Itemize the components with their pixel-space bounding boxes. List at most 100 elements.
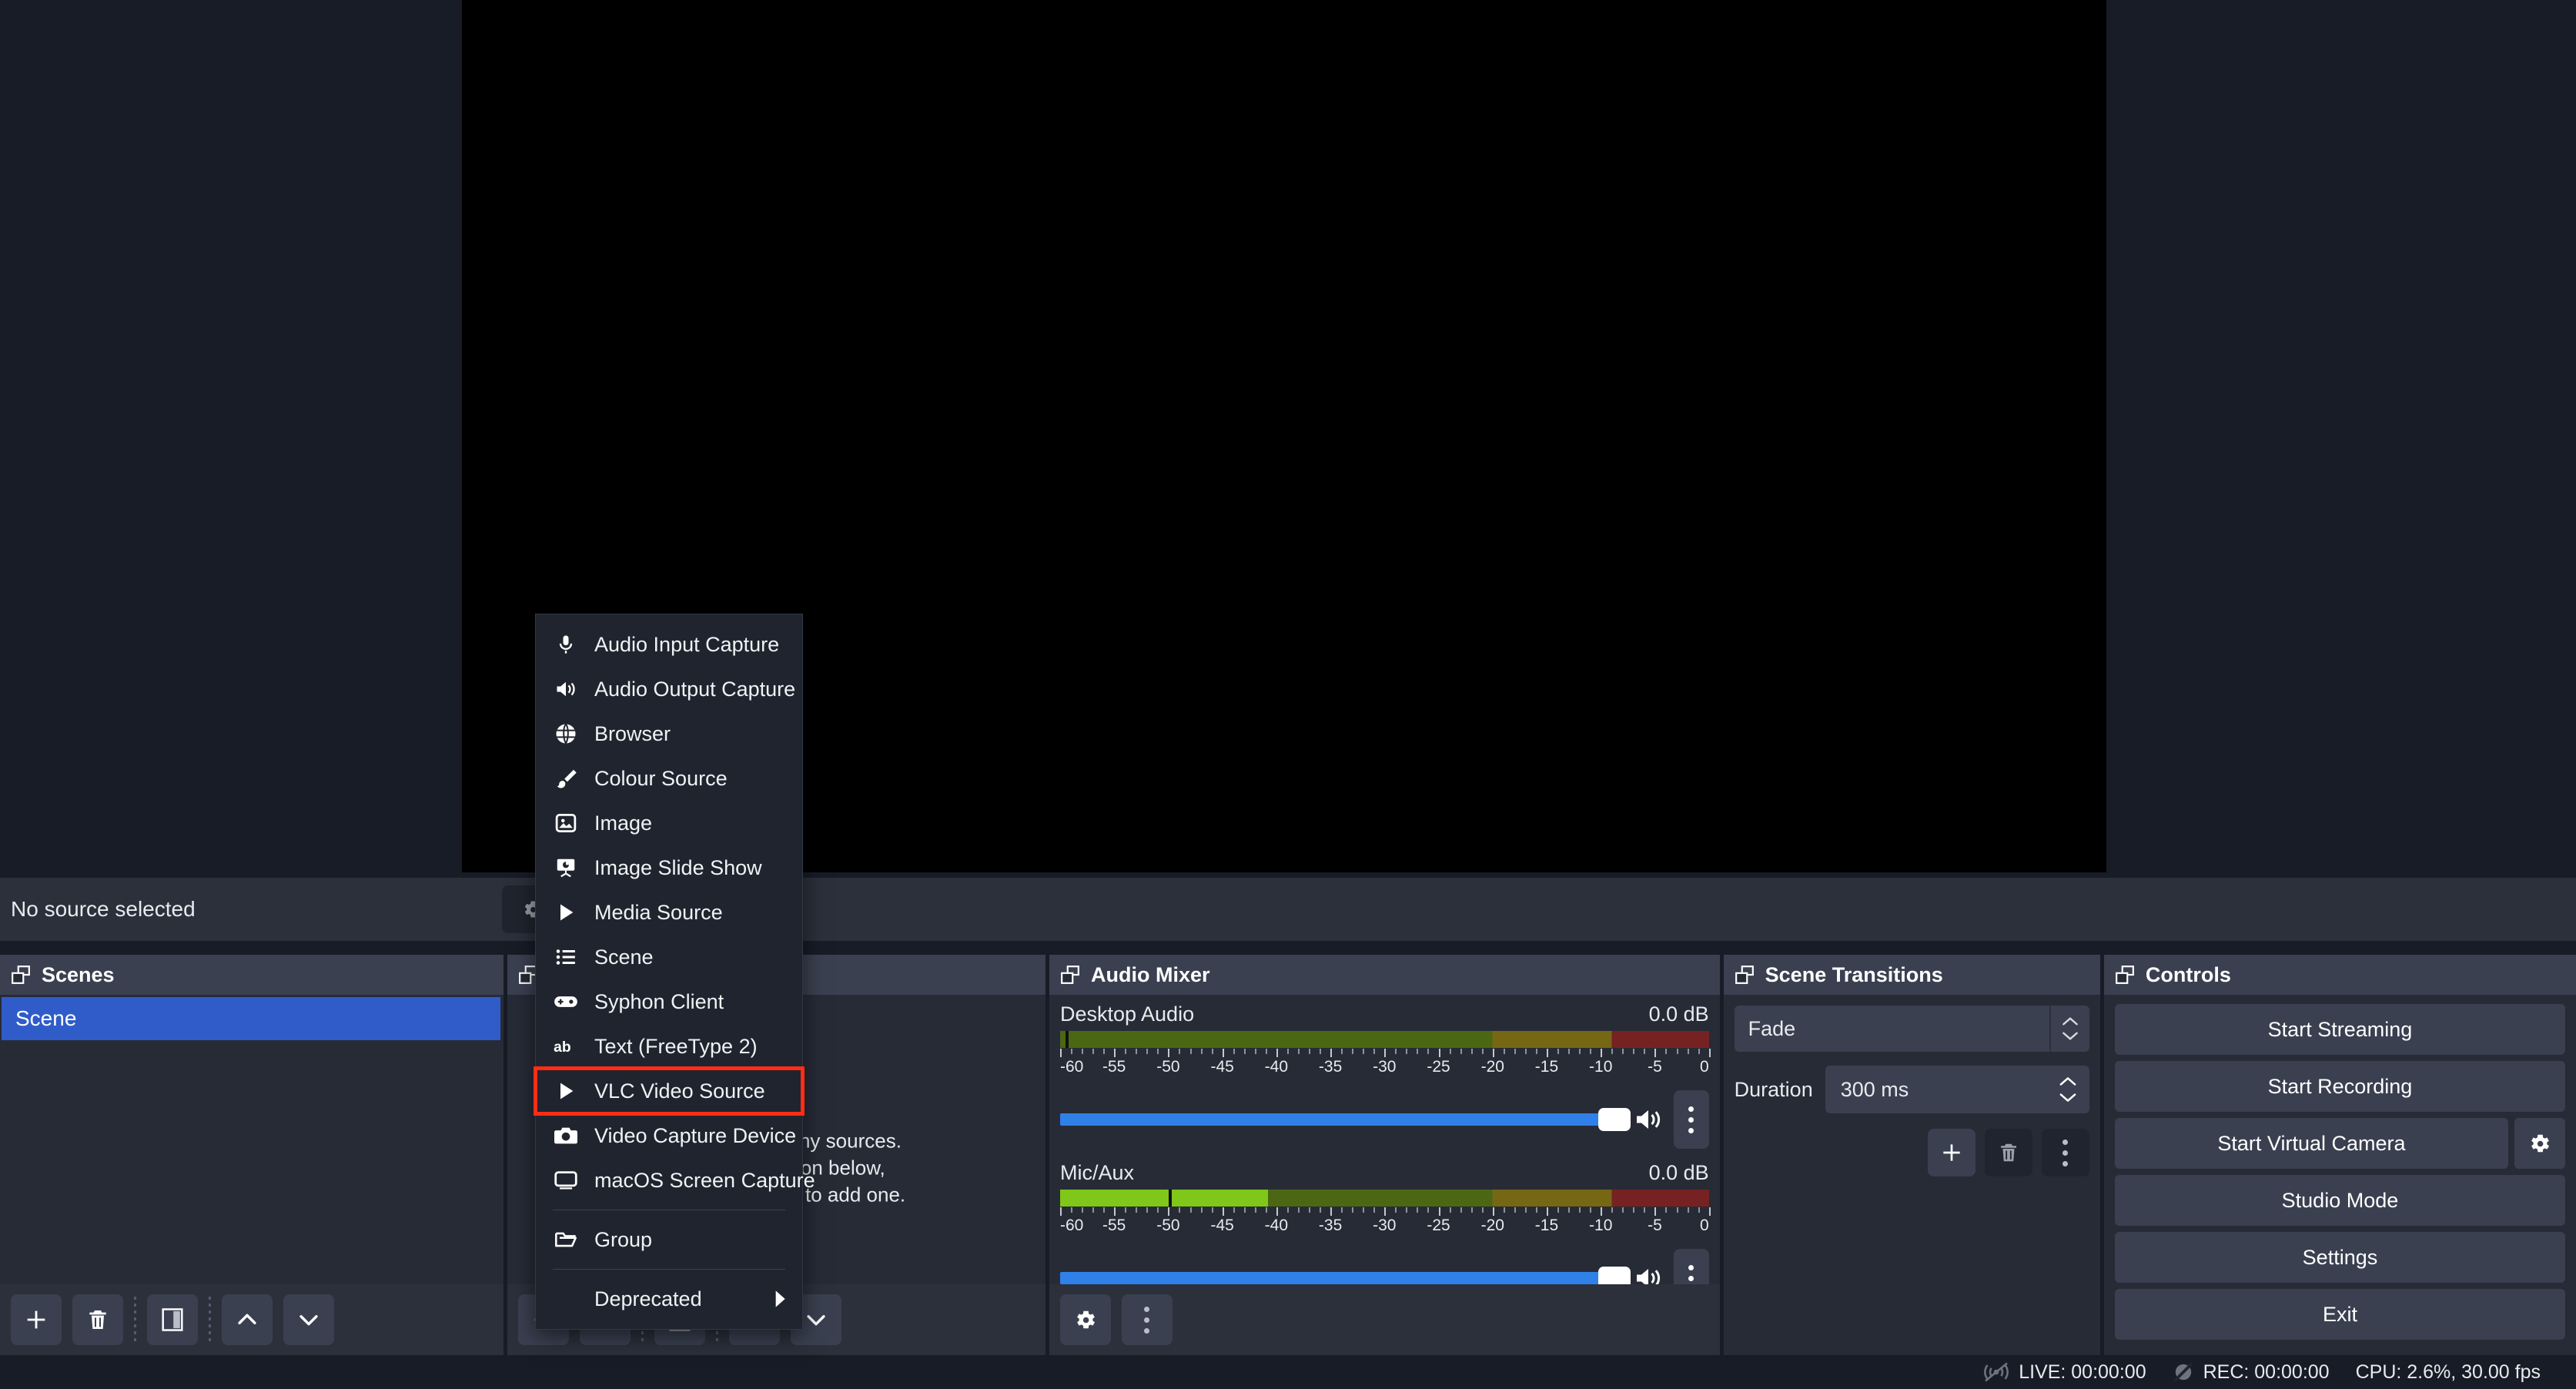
context-menu-item-text-freetype-2[interactable]: ab Text (FreeType 2): [536, 1024, 802, 1069]
context-menu-item-colour-source[interactable]: Colour Source: [536, 756, 802, 801]
meter-level: [1059, 1190, 1268, 1207]
list-icon: [553, 946, 579, 969]
meter-ticks: [1059, 1049, 1711, 1058]
mixer-scale-label: -45: [1210, 1217, 1234, 1234]
slideshow-icon: [553, 856, 579, 879]
studio-mode-button[interactable]: Studio Mode: [2114, 1175, 2565, 1226]
spinner-arrows-icon[interactable]: [2057, 1076, 2079, 1103]
mixer-scale-label: -25: [1427, 1217, 1450, 1234]
context-menu-item-audio-output-capture[interactable]: Audio Output Capture: [536, 667, 802, 711]
status-bar: LIVE: 00:00:00 REC: 00:00:00 CPU: 2.6%, …: [0, 1355, 2576, 1389]
mixer-channel-db: 0.0 dB: [1648, 1161, 1709, 1184]
dock-row: Scenes Scene any sources. below, to add …: [0, 955, 2576, 1355]
source-toolbar: No source selected Properties F: [0, 878, 2576, 941]
context-menu-item-syphon-client[interactable]: Syphon Client: [536, 979, 802, 1024]
mixer-volume-meter: [1059, 1031, 1709, 1048]
mixer-scale-label: -5: [1648, 1058, 1662, 1076]
controls-dock: Controls Start Streaming Start Recording S…: [2103, 955, 2576, 1355]
mixer-channel-menu-button[interactable]: [1673, 1090, 1709, 1149]
context-menu-item-label: Scene: [594, 945, 654, 969]
context-menu-item-vlc-video-source[interactable]: VLC Video Source: [534, 1066, 805, 1116]
mixer-scale-label: -55: [1102, 1217, 1126, 1234]
live-status: LIVE: 00:00:00: [1983, 1361, 2146, 1384]
add-transition-button[interactable]: [1927, 1129, 1975, 1176]
image-icon: [553, 812, 579, 835]
mixer-scale-label: -60: [1059, 1058, 1084, 1076]
exit-button[interactable]: Exit: [2114, 1289, 2565, 1340]
move-scene-up-button[interactable]: [222, 1294, 273, 1345]
settings-button[interactable]: Settings: [2114, 1232, 2565, 1283]
chevron-updown-icon[interactable]: [2049, 1006, 2089, 1052]
context-menu-item-audio-input-capture[interactable]: Audio Input Capture: [536, 622, 802, 667]
audio-mixer-menu-button[interactable]: [1121, 1294, 1173, 1345]
play-icon: [553, 902, 579, 923]
play-icon: [553, 1080, 579, 1102]
start-streaming-button[interactable]: Start Streaming: [2114, 1004, 2565, 1055]
gamepad-icon: [553, 992, 579, 1012]
mixer-volume-meter: [1059, 1190, 1709, 1207]
context-menu-item-media-source[interactable]: Media Source: [536, 890, 802, 935]
audio-advanced-properties-button[interactable]: [1059, 1294, 1111, 1345]
context-menu-item-image-slide-show[interactable]: Image Slide Show: [536, 845, 802, 890]
scene-item-label: Scene: [15, 1006, 77, 1030]
scene-list-item[interactable]: Scene: [2, 997, 501, 1040]
audio-mixer-body: Desktop Audio 0.0 dB -60 -55 -50 -45 -40 -35 -30…: [1049, 995, 1720, 1355]
meter-peak-marker: [1168, 1190, 1172, 1207]
speaker-icon: [553, 678, 579, 700]
add-source-context-menu[interactable]: Audio Input Capture Audio Output Capture B…: [534, 614, 815, 1330]
context-menu-item-label: Image: [594, 811, 653, 835]
meter-scale: -60 -55 -50 -45 -40 -35 -30 -25 -20 -15 -10 -5 0: [1060, 1058, 1709, 1081]
scenes-dock-title: Scenes: [42, 962, 115, 986]
mute-toggle-icon[interactable]: [1631, 1103, 1666, 1136]
mixer-channel-name: Mic/Aux: [1059, 1161, 1134, 1184]
mixer-scale-label: -35: [1318, 1217, 1343, 1234]
volume-slider[interactable]: [1059, 1108, 1631, 1131]
context-menu-item-deprecated[interactable]: Deprecated: [536, 1277, 802, 1321]
brush-icon: [553, 767, 579, 790]
audio-mixer-dock: Audio Mixer Desktop Audio 0.0 dB -60 -55 -50…: [1049, 955, 1720, 1355]
context-menu-item-macos-screen-capture[interactable]: macOS Screen Capture: [536, 1158, 815, 1203]
audio-mixer-dock-header: Audio Mixer: [1049, 955, 1720, 995]
transition-properties-button[interactable]: [2041, 1129, 2089, 1176]
cpu-status-text: CPU: 2.6%, 30.00 fps: [2355, 1361, 2541, 1383]
scene-transitions-dock-title: Scene Transitions: [1765, 962, 1943, 986]
context-menu-item-label: Syphon Client: [594, 989, 724, 1013]
toolbar-separator: [209, 1297, 211, 1343]
start-recording-button[interactable]: Start Recording: [2114, 1061, 2565, 1112]
scenes-list[interactable]: Scene: [0, 995, 504, 1355]
preview-area: [0, 0, 2576, 873]
context-menu-separator: [553, 1269, 785, 1270]
context-menu-item-scene[interactable]: Scene: [536, 935, 802, 979]
remove-transition-button[interactable]: [1984, 1129, 2032, 1176]
mixer-scale-label: -30: [1373, 1217, 1397, 1234]
context-menu-item-image[interactable]: Image: [536, 801, 802, 845]
move-scene-down-button[interactable]: [283, 1294, 334, 1345]
context-menu-item-label: Text (FreeType 2): [594, 1034, 758, 1058]
audio-mixer-channels: Desktop Audio 0.0 dB -60 -55 -50 -45 -40 -35 -30…: [1049, 995, 1720, 1307]
controls-dock-title: Controls: [2145, 962, 2231, 986]
mixer-scale-label: 0: [1699, 1058, 1709, 1076]
mixer-scale-label: -55: [1102, 1058, 1126, 1076]
duration-label: Duration: [1734, 1077, 1813, 1101]
context-menu-item-group[interactable]: Group: [536, 1217, 802, 1262]
scene-filters-button[interactable]: [147, 1294, 198, 1345]
remove-scene-button[interactable]: [72, 1294, 123, 1345]
duration-spinbox[interactable]: 300 ms: [1825, 1066, 2089, 1113]
virtual-camera-settings-button[interactable]: [2514, 1118, 2565, 1169]
mixer-channel: Desktop Audio 0.0 dB -60 -55 -50 -45 -40 -35 -30…: [1059, 1002, 1711, 1149]
transition-select[interactable]: Fade: [1734, 1006, 2089, 1052]
meter-background: [1059, 1031, 1709, 1048]
mixer-scale-label: -50: [1156, 1217, 1180, 1234]
context-menu-item-browser[interactable]: Browser: [536, 711, 802, 756]
mixer-scale-label: -50: [1156, 1058, 1180, 1076]
volume-slider[interactable]: [1059, 1267, 1631, 1290]
volume-slider-handle[interactable]: [1597, 1108, 1631, 1131]
context-menu-item-label: Audio Output Capture: [594, 677, 796, 701]
mixer-scale-label: -20: [1480, 1217, 1504, 1234]
dock-grip-icon: [2115, 965, 2135, 985]
context-menu-item-label: Media Source: [594, 900, 723, 924]
start-virtual-camera-button[interactable]: Start Virtual Camera: [2114, 1118, 2508, 1169]
mixer-scale-label: -35: [1318, 1058, 1343, 1076]
context-menu-item-video-capture-device[interactable]: Video Capture Device: [536, 1113, 802, 1158]
add-scene-button[interactable]: [11, 1294, 62, 1345]
